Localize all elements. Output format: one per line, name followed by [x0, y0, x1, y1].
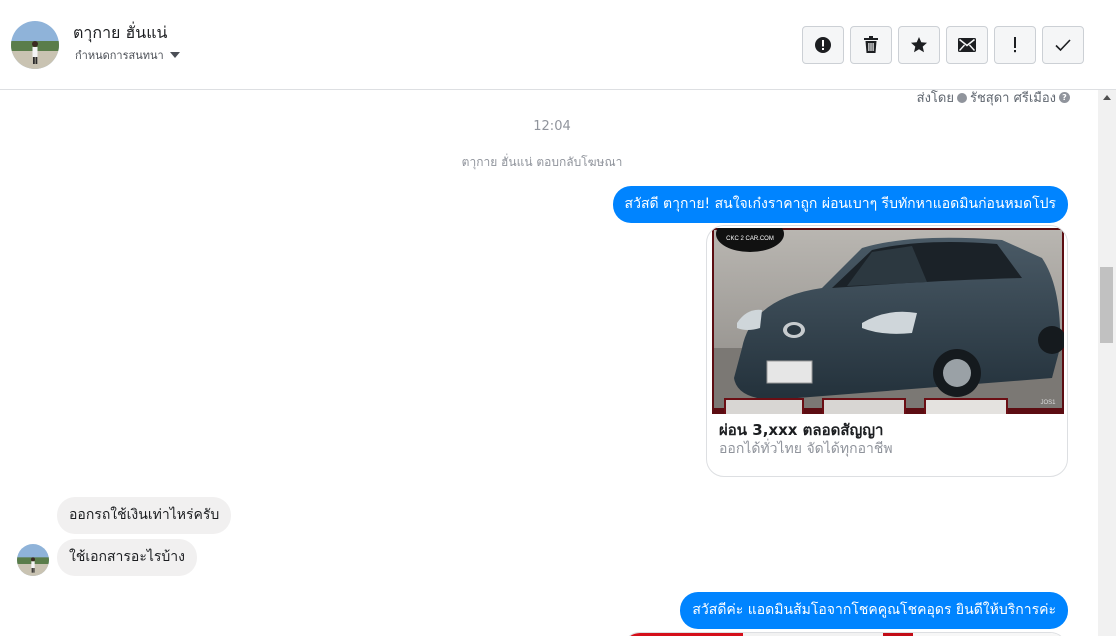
- mark-done-button[interactable]: [1042, 26, 1084, 64]
- ad-card[interactable]: CKC 2 CAR.COM JOS1 ผ่อน 3,xxx ตลอดสัญญา …: [706, 225, 1068, 477]
- ad-card-partial[interactable]: [622, 632, 1068, 636]
- assign-conversation-dropdown[interactable]: กำหนดการสนทนา: [75, 46, 180, 64]
- caret-down-icon: [169, 52, 180, 58]
- sent-by-prefix: ส่งโดย: [916, 91, 954, 106]
- outgoing-message[interactable]: สวัสดีค่ะ แอดมินส้มโอจากโชคคูณโชคอุดร ยิ…: [680, 592, 1068, 629]
- mark-unread-button[interactable]: [946, 26, 988, 64]
- scroll-up-arrow-icon[interactable]: [1103, 95, 1111, 100]
- assign-conversation-label: กำหนดการสนทนา: [75, 49, 164, 62]
- ad-card-subtitle: ออกได้ทั่วไทย จัดได้ทุกอาชีพ: [719, 441, 893, 457]
- alert-icon: [815, 37, 831, 53]
- sent-by-row: ส่งโดย รัชสุดา ศรีเมือง ?: [917, 90, 1070, 108]
- contact-avatar[interactable]: [11, 21, 59, 69]
- follow-up-button[interactable]: [994, 26, 1036, 64]
- exclamation-icon: [1014, 37, 1016, 53]
- ad-watermark-text: JOS1: [1040, 400, 1056, 406]
- help-icon[interactable]: ?: [1059, 92, 1070, 103]
- message-timestamp: 12:04: [533, 119, 571, 134]
- conversation-header: ตาุกาย ฮั่นแน่ กำหนดการสนทนา: [0, 0, 1116, 90]
- message-thread: ส่งโดย รัชสุดา ศรีเมือง ? 12:04 ตาุกาย ฮ…: [0, 90, 1098, 636]
- trash-icon: [864, 36, 878, 53]
- header-actions: [802, 26, 1084, 64]
- contact-avatar-small[interactable]: [17, 544, 49, 576]
- star-icon: [911, 37, 927, 53]
- ad-reply-note: ตาุกาย ฮั่นแน่ ตอบกลับโฆษณา: [461, 155, 623, 169]
- outgoing-message[interactable]: สวัสดี ตาุกาย! สนใจเก๋งราคาถูก ผ่อนเบาๆ …: [612, 186, 1068, 223]
- messenger-inbox: ตาุกาย ฮั่นแน่ กำหนดการสนทนา ส่งโดย รัชส…: [0, 0, 1116, 636]
- star-button[interactable]: [898, 26, 940, 64]
- mail-icon: [958, 38, 976, 52]
- incoming-message[interactable]: ใช้เอกสารอะไรบ้าง: [57, 539, 198, 576]
- car-ad-image: CKC 2 CAR.COM JOS1: [712, 228, 1064, 414]
- gear-icon: [956, 92, 967, 103]
- sent-by-name[interactable]: รัชสุดา ศรีเมือง: [970, 90, 1056, 108]
- contact-name[interactable]: ตาุกาย ฮั่นแน่: [73, 21, 167, 46]
- check-icon: [1055, 39, 1071, 52]
- incoming-message[interactable]: ออกรถใช้เงินเท่าไหร่ครับ: [57, 497, 232, 534]
- scrollbar-thumb[interactable]: [1100, 267, 1113, 343]
- report-spam-button[interactable]: [802, 26, 844, 64]
- thread-scrollbar[interactable]: [1098, 90, 1116, 636]
- delete-button[interactable]: [850, 26, 892, 64]
- ad-logo-text: CKC 2 CAR.COM: [726, 236, 774, 242]
